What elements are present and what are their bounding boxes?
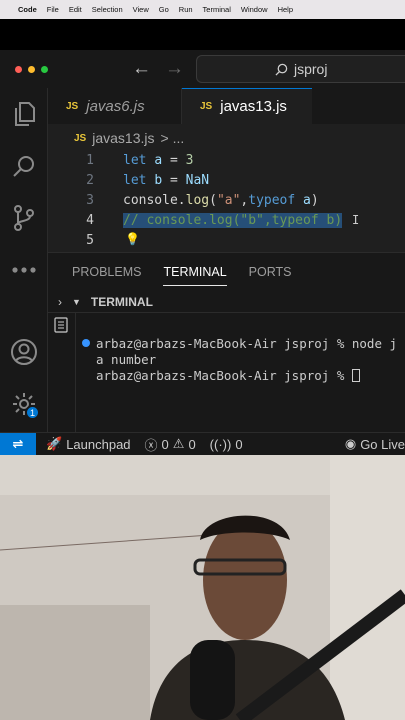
- menu-terminal[interactable]: Terminal: [203, 5, 231, 14]
- code-text: console.log("a",typeof a): [123, 192, 319, 208]
- ports-indicator[interactable]: ((·)) 0: [210, 437, 243, 452]
- warning-icon: ⚠: [172, 436, 185, 451]
- bottom-panel: PROBLEMS TERMINAL PORTS › ▼ TERMINAL arb…: [48, 252, 405, 433]
- js-file-icon: JS: [74, 132, 87, 144]
- launchpad-button[interactable]: 🚀 Launchpad: [46, 436, 131, 452]
- terminal-header[interactable]: › ▼ TERMINAL: [48, 291, 405, 313]
- menu-run[interactable]: Run: [179, 5, 193, 14]
- launchpad-label: Launchpad: [66, 436, 131, 452]
- menu-file[interactable]: File: [47, 5, 59, 14]
- code-line: 5: [48, 230, 405, 250]
- search-icon[interactable]: [8, 150, 40, 182]
- menu-app-name[interactable]: Code: [18, 5, 37, 14]
- status-bar: ⇌ 🚀 Launchpad ⓧ 0 ⚠ 0 ((·)) 0 ◉ Go Live: [0, 432, 405, 456]
- code-text-selected: // console.log("b",typeof b): [123, 212, 343, 228]
- rocket-icon: 🚀: [46, 436, 63, 451]
- menu-selection[interactable]: Selection: [92, 5, 123, 14]
- go-live-button[interactable]: ◉ Go Live: [345, 436, 405, 452]
- line-number: 5: [86, 232, 94, 248]
- warning-count: 0: [188, 436, 196, 452]
- search-icon: [275, 63, 288, 76]
- error-count: 0: [161, 436, 169, 452]
- menu-window[interactable]: Window: [241, 5, 268, 14]
- tab-label: javas13.js: [220, 98, 287, 115]
- lightbulb-icon[interactable]: 💡: [125, 232, 140, 246]
- tab-javas6[interactable]: JS javas6.js: [48, 88, 182, 124]
- tab-problems[interactable]: PROBLEMS: [72, 265, 141, 279]
- terminal-cursor: [351, 369, 360, 382]
- tab-javas13[interactable]: JS javas13.js: [182, 88, 312, 124]
- command-status-dot-icon[interactable]: [82, 339, 90, 347]
- settings-badge: 1: [25, 405, 40, 420]
- terminal-list-icon[interactable]: [54, 317, 68, 333]
- editor-tabs: JS javas6.js JS javas13.js: [48, 88, 405, 124]
- more-icon[interactable]: [8, 254, 40, 286]
- code-line: 2 let b = NaN: [48, 170, 405, 190]
- terminal-title: TERMINAL: [90, 294, 153, 309]
- terminal-output[interactable]: arbaz@arbazs-MacBook-Air jsproj % node j…: [82, 320, 405, 416]
- chevron-right-icon[interactable]: ›: [58, 295, 62, 309]
- webcam-video: [0, 455, 405, 720]
- breadcrumb-more[interactable]: > ...: [161, 130, 185, 146]
- code-line: 3 console.log("a",typeof a): [48, 190, 405, 210]
- close-window-button[interactable]: [15, 65, 22, 73]
- panel-tabs: PROBLEMS TERMINAL PORTS: [48, 253, 405, 291]
- remote-indicator-icon[interactable]: ⇌: [0, 432, 36, 456]
- line-number: 1: [86, 152, 94, 168]
- code-line: 4 // console.log("b",typeof b) I: [48, 210, 405, 230]
- terminal-line: arbaz@arbazs-MacBook-Air jsproj %: [82, 368, 405, 384]
- window-titlebar: ← → jsproj: [0, 50, 405, 88]
- problems-indicator[interactable]: ⓧ 0 ⚠ 0: [145, 435, 196, 454]
- tab-ports[interactable]: PORTS: [249, 265, 292, 279]
- broadcast-icon: ((·)): [209, 436, 232, 452]
- minimize-window-button[interactable]: [28, 65, 35, 73]
- maximize-window-button[interactable]: [41, 65, 48, 73]
- ports-count: 0: [235, 436, 243, 452]
- terminal-line: arbaz@arbazs-MacBook-Air jsproj % node j: [82, 336, 405, 352]
- code-text: let a = 3: [123, 152, 194, 168]
- js-file-icon: JS: [200, 101, 213, 112]
- menubar-gap: [0, 19, 405, 50]
- webcam-image: [0, 455, 405, 720]
- menu-view[interactable]: View: [133, 5, 149, 14]
- chevron-down-icon[interactable]: ▼: [72, 297, 81, 307]
- go-live-label: Go Live: [360, 436, 405, 452]
- explorer-icon[interactable]: [8, 98, 40, 130]
- account-icon[interactable]: [8, 336, 40, 368]
- breadcrumb: JS javas13.js > ...: [48, 124, 405, 152]
- menu-help[interactable]: Help: [278, 5, 293, 14]
- command-center-search[interactable]: jsproj: [196, 55, 405, 83]
- macos-menubar: Code File Edit Selection View Go Run Ter…: [0, 0, 405, 19]
- tab-terminal[interactable]: TERMINAL: [163, 258, 227, 286]
- line-number: 3: [86, 192, 94, 208]
- nav-arrows: ← →: [132, 58, 184, 80]
- error-icon: ⓧ: [144, 437, 158, 453]
- back-arrow-icon[interactable]: ←: [132, 58, 151, 80]
- text-cursor-icon: I: [352, 213, 360, 227]
- js-file-icon: JS: [66, 100, 79, 112]
- code-editor[interactable]: 1 let a = 3 2 let b = NaN 3 console.log(…: [48, 150, 405, 252]
- radio-tower-icon: ◉: [344, 436, 357, 451]
- source-control-icon[interactable]: [8, 202, 40, 234]
- menu-edit[interactable]: Edit: [69, 5, 82, 14]
- tab-label: javas6.js: [86, 97, 145, 115]
- line-number: 4: [86, 212, 94, 228]
- terminal-line: a number: [96, 352, 157, 367]
- menu-go[interactable]: Go: [159, 5, 169, 14]
- command-center-text: jsproj: [294, 61, 328, 77]
- code-text: let b = NaN: [123, 172, 210, 188]
- forward-arrow-icon[interactable]: →: [165, 58, 184, 80]
- breadcrumb-file[interactable]: javas13.js: [92, 130, 154, 146]
- settings-icon[interactable]: 1: [8, 388, 40, 420]
- activity-bar: 1: [0, 88, 48, 432]
- code-line: 1 let a = 3: [48, 150, 405, 170]
- traffic-lights: [15, 65, 48, 73]
- line-number: 2: [86, 172, 94, 188]
- terminal-side-gutter: [48, 313, 76, 433]
